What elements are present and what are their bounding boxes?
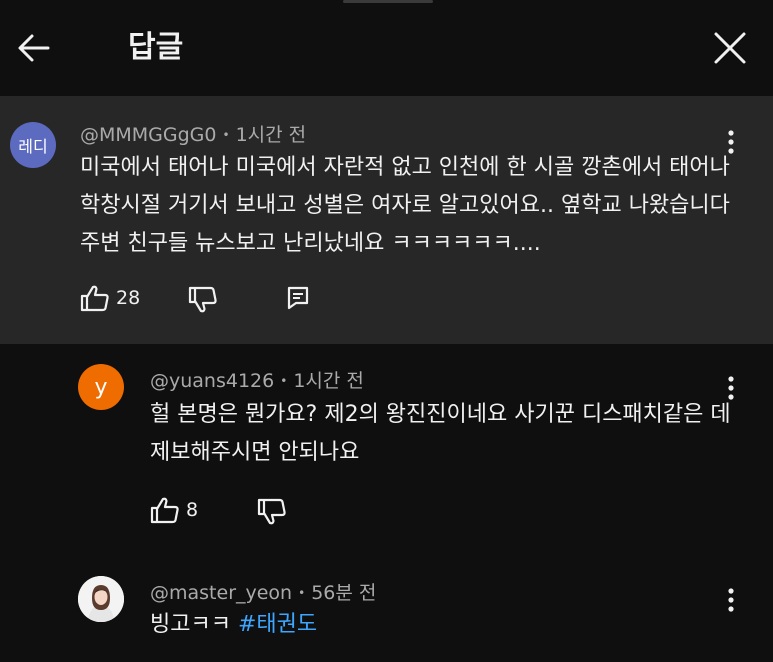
reply-icon (287, 286, 309, 310)
arrow-left-icon (18, 34, 50, 62)
thumbs-up-icon (150, 497, 179, 524)
comment-text-line: 학창시절 거기서 보내고 성별은 여자로 알고있어요.. 옆학교 나왔습니다 (80, 193, 730, 218)
comment-meta: @yuans4126 • 1시간 전 (150, 366, 364, 393)
comment-text: 헐 본명은 뭔가요? 제2의 왕진진이네요 사기꾼 디스패치같은 데 제보해주시… (150, 396, 731, 472)
like-count: 8 (186, 499, 199, 521)
like-button[interactable]: 8 (150, 496, 198, 524)
comment-author[interactable]: @yuans4126 (150, 370, 274, 392)
avatar-initials: 레디 (18, 137, 48, 156)
avatar[interactable]: 레디 (10, 122, 56, 168)
comment-time: 1시간 전 (293, 370, 364, 392)
comment-time: 1시간 전 (235, 124, 307, 146)
page-title: 답글 (128, 30, 184, 65)
like-count: 28 (116, 287, 141, 309)
avatar[interactable]: y (78, 364, 124, 410)
comment-text: 빙고ㅋㅋ #태권도 (150, 606, 317, 644)
comment-text: 미국에서 태어나 미국에서 자란적 없고 인천에 한 시골 깡촌에서 태어나 학… (80, 149, 730, 263)
hashtag-link[interactable]: #태권도 (238, 612, 317, 637)
comment-item: 레디 @MMMGGgG0 • 1시간 전 미국에서 태어나 미국에서 자란적 없고 … (0, 96, 773, 344)
comment-text-line: 제보해주시면 안되나요 (150, 440, 360, 465)
reply-item: y @yuans4126 • 1시간 전 헐 본명은 뭔가요? 제2의 왕진진이네요… (0, 344, 773, 544)
comment-text-line: 헐 본명은 뭔가요? 제2의 왕진진이네요 사기꾼 디스패치같은 데 (150, 402, 731, 427)
thumbs-up-icon (80, 285, 109, 312)
comment-time: 56분 전 (311, 582, 377, 604)
thumbs-down-icon (188, 286, 217, 313)
meta-separator: • (222, 128, 230, 142)
reply-button[interactable] (286, 286, 310, 310)
comment-text-line: 미국에서 태어나 미국에서 자란적 없고 인천에 한 시골 깡촌에서 태어나 (80, 155, 730, 180)
comment-text-plain: 빙고ㅋㅋ (150, 612, 238, 637)
meta-separator: • (298, 586, 306, 600)
more-vertical-icon (728, 588, 734, 612)
avatar-initials: y (94, 374, 108, 400)
back-button[interactable] (10, 24, 58, 72)
comment-text-line: 주변 친구들 뉴스보고 난리났네요 ㅋㅋㅋㅋㅋㅋ.... (80, 231, 541, 256)
comment-author[interactable]: @master_yeon (150, 582, 292, 604)
close-button[interactable] (706, 24, 754, 72)
dislike-button[interactable] (257, 498, 287, 526)
comment-meta: @master_yeon • 56분 전 (150, 578, 376, 605)
meta-separator: • (280, 374, 288, 388)
more-options-button[interactable] (719, 580, 743, 620)
comment-meta: @MMMGGgG0 • 1시간 전 (80, 120, 306, 147)
avatar[interactable] (78, 576, 124, 622)
header-bar: 답글 (0, 0, 773, 96)
close-icon (714, 32, 746, 64)
dislike-button[interactable] (188, 286, 218, 314)
comment-author[interactable]: @MMMGGgG0 (80, 124, 217, 146)
profile-photo-icon (78, 576, 124, 622)
reply-item: @master_yeon • 56분 전 빙고ㅋㅋ #태권도 (0, 560, 773, 662)
thumbs-down-icon (257, 498, 286, 525)
drag-handle[interactable] (343, 0, 433, 3)
like-button[interactable]: 28 (80, 284, 140, 312)
